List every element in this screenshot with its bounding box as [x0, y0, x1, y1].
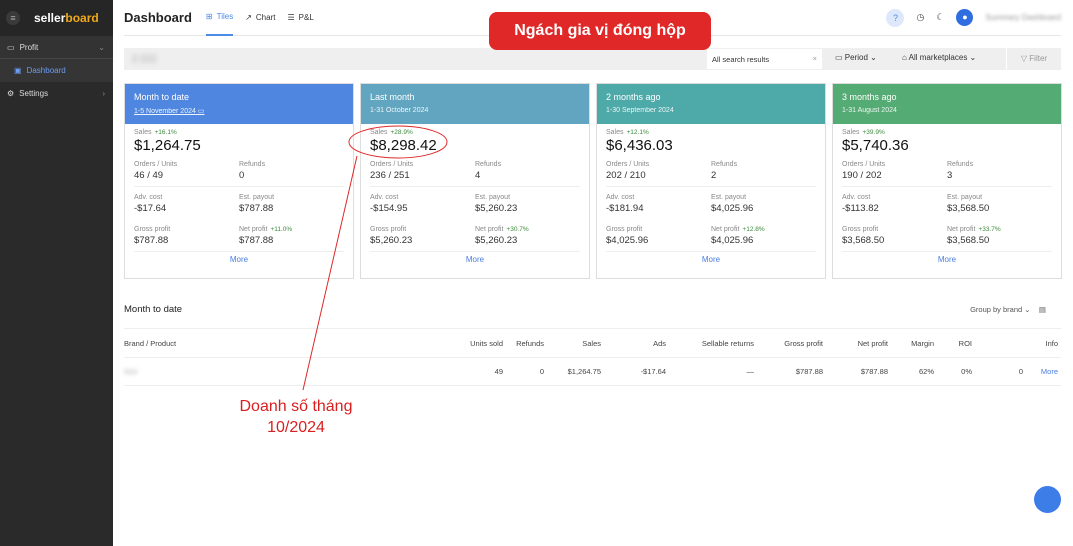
annotation-badge: Ngách gia vị đóng hộp [489, 12, 711, 50]
annotation-note-line2: 10/2024 [267, 419, 325, 436]
annotation-note-line1: Doanh số tháng [239, 398, 353, 415]
annotation-line [302, 155, 358, 391]
annotation-ellipse [348, 125, 448, 159]
annotation-note: Doanh số tháng 10/2024 [218, 396, 374, 438]
annotation-overlay [302, 125, 448, 391]
